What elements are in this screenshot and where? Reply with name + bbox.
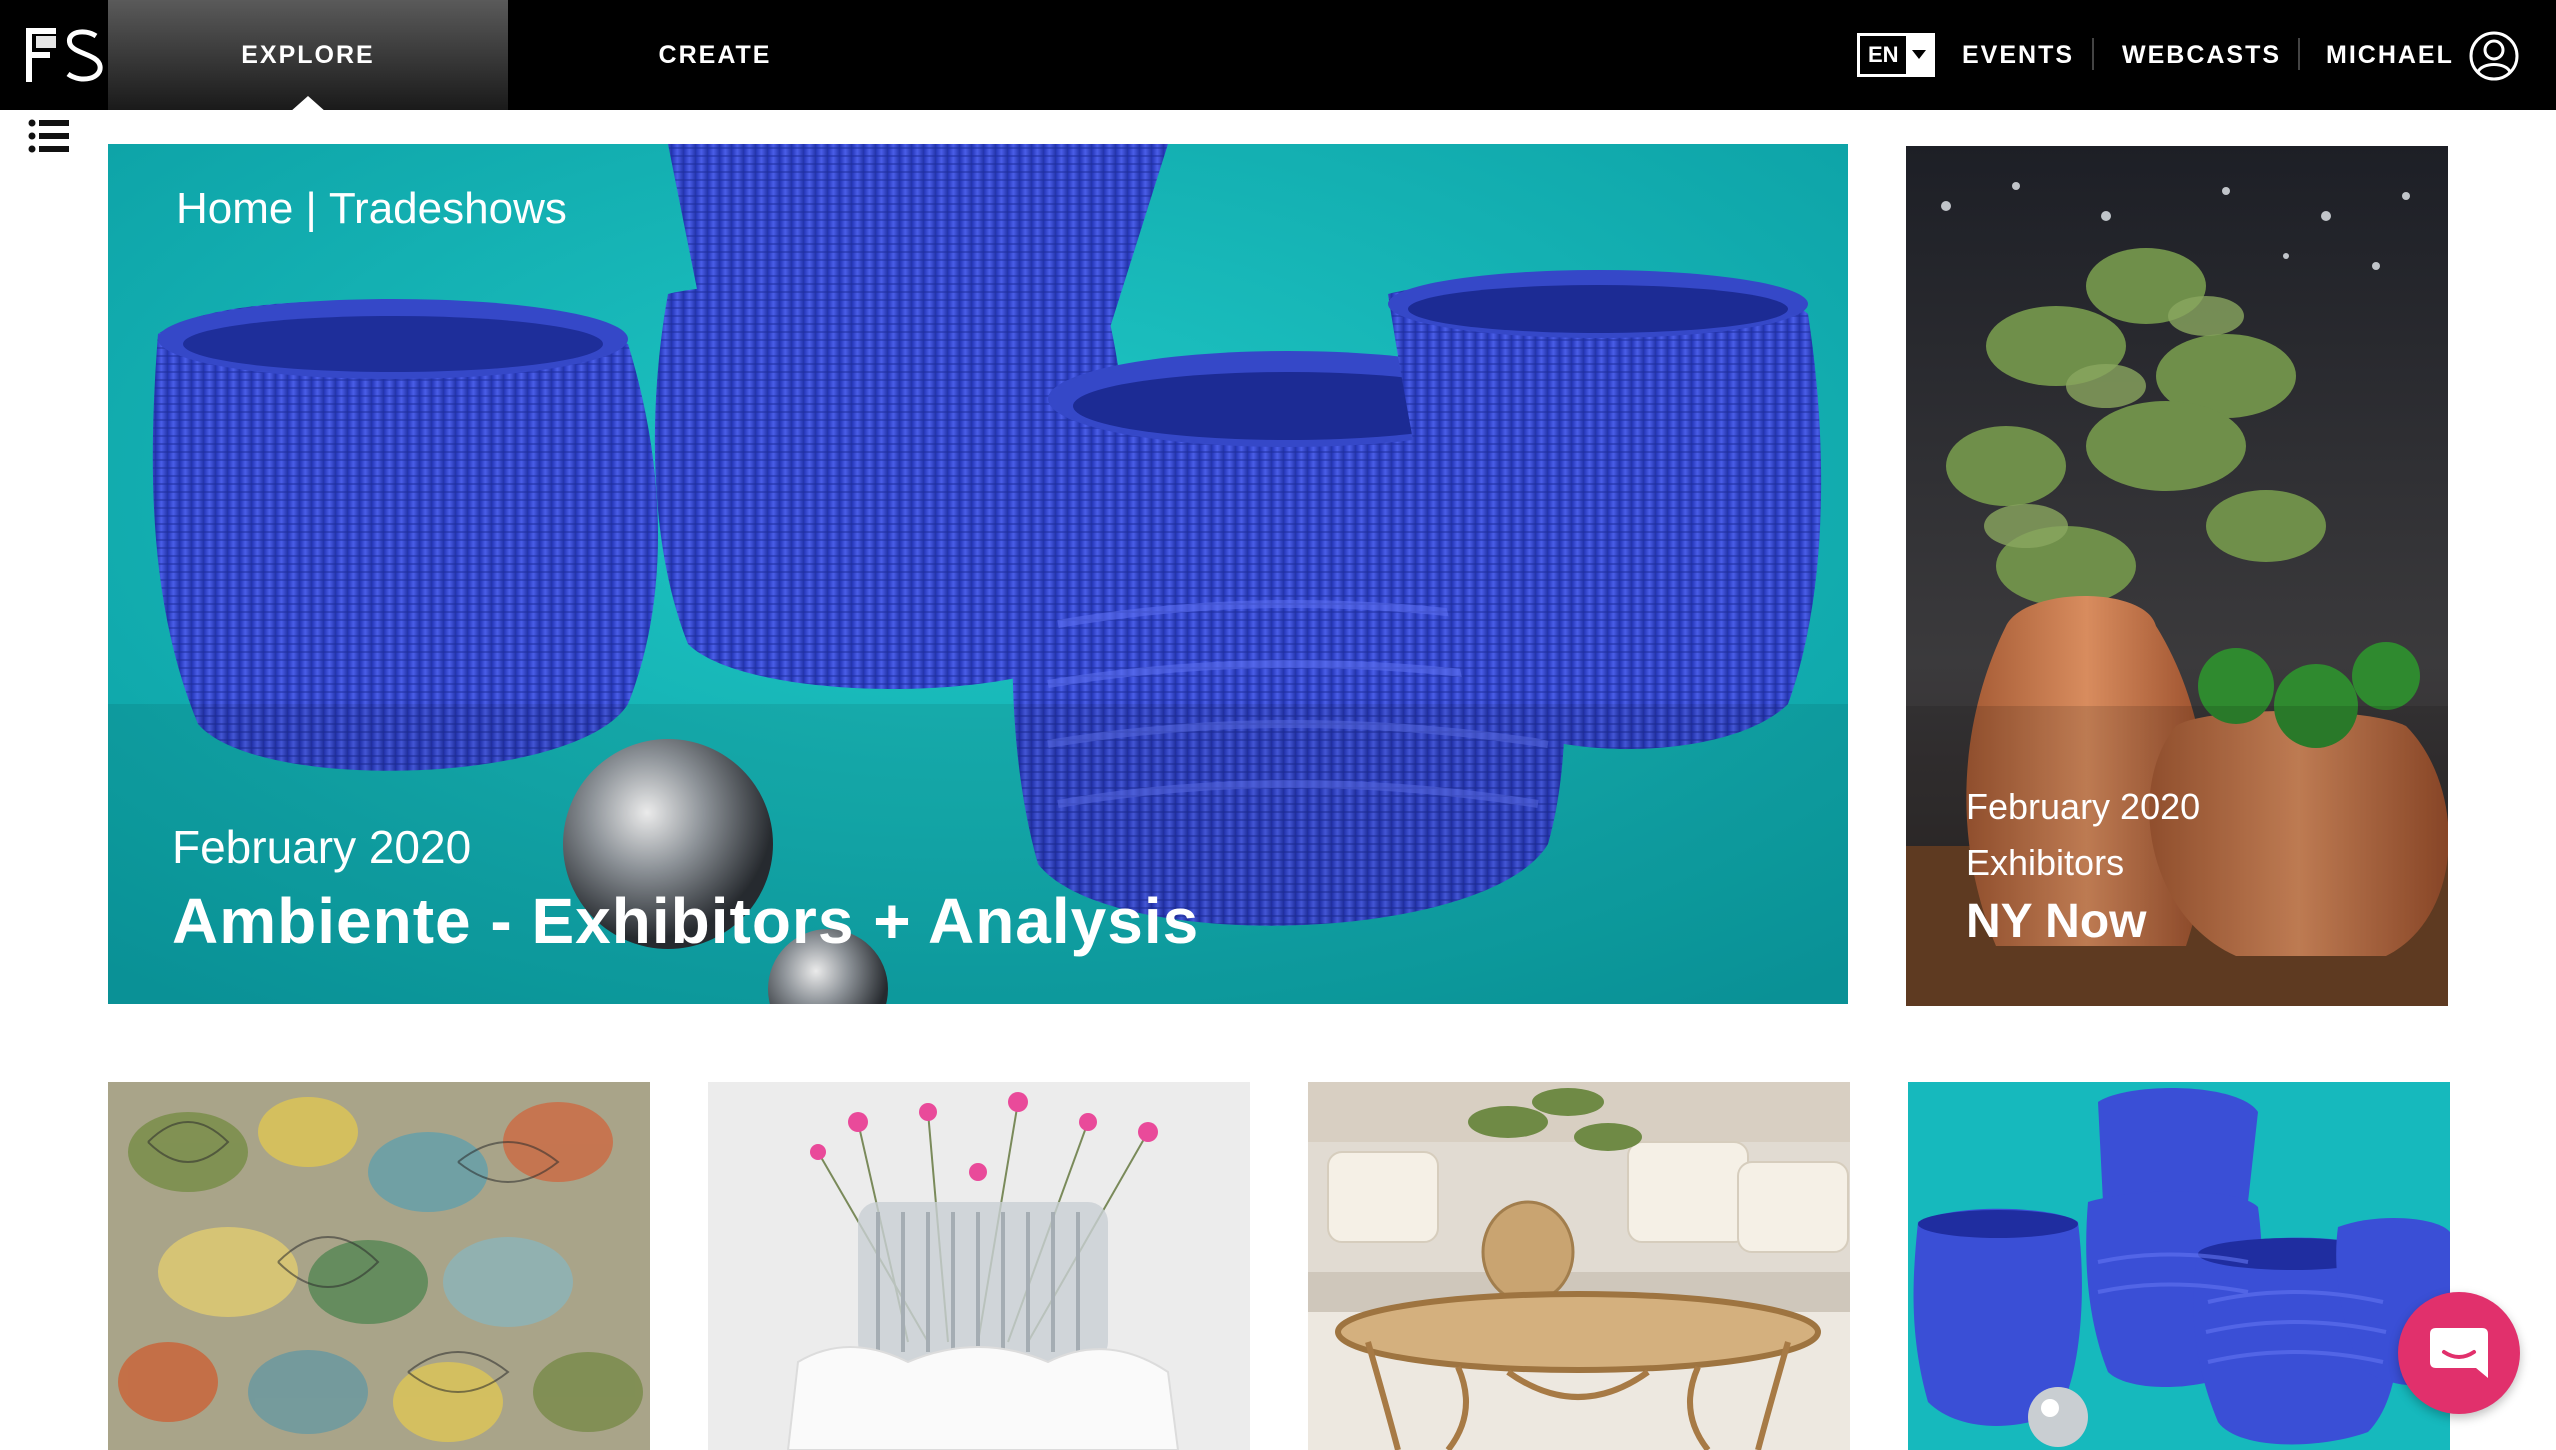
top-navigation-bar: EXPLORE CREATE EN EVENTS WEBCASTS MICHAE… xyxy=(0,0,2556,112)
list-menu-icon[interactable] xyxy=(28,118,70,154)
breadcrumb-tradeshows-link[interactable]: Tradeshows xyxy=(329,184,567,234)
nav-create-tab[interactable]: CREATE xyxy=(600,0,830,110)
thumbnail-butterfly-fabric[interactable] xyxy=(108,1082,650,1450)
chat-button[interactable] xyxy=(2398,1292,2520,1414)
events-label: EVENTS xyxy=(1962,40,2075,69)
side-feature-title[interactable]: NY Now xyxy=(1966,894,2146,949)
chevron-down-icon xyxy=(1906,36,1932,74)
user-name-label: MICHAEL xyxy=(2326,40,2454,69)
glass-vase-image xyxy=(708,1082,1250,1450)
hero-image xyxy=(108,144,1848,1004)
events-link[interactable]: EVENTS xyxy=(1962,0,2074,110)
chat-icon xyxy=(2430,1328,2488,1378)
user-menu-link[interactable]: MICHAEL xyxy=(2326,0,2454,110)
language-select[interactable]: EN xyxy=(1857,33,1935,77)
rattan-table-image xyxy=(1308,1082,1850,1450)
side-feature-date: February 2020 xyxy=(1966,786,2201,827)
thumbnail-blue-3d-printed-vases[interactable] xyxy=(1908,1082,2450,1450)
hero-date: February 2020 xyxy=(172,821,472,873)
nav-explore-tab[interactable]: EXPLORE xyxy=(108,0,508,112)
language-value: EN xyxy=(1868,42,1899,67)
divider xyxy=(2298,38,2300,70)
thumbnail-rattan-coffee-table[interactable] xyxy=(1308,1082,1850,1450)
nav-explore-label: EXPLORE xyxy=(241,40,375,69)
blue-vases-image xyxy=(1908,1082,2450,1450)
nav-create-label: CREATE xyxy=(658,40,772,69)
side-feature-category: Exhibitors xyxy=(1966,842,2125,883)
divider xyxy=(2092,38,2094,70)
side-feature-card[interactable]: February 2020 Exhibitors NY Now xyxy=(1906,146,2448,1006)
webcasts-label: WEBCASTS xyxy=(2122,40,2282,69)
webcasts-link[interactable]: WEBCASTS xyxy=(2122,0,2281,110)
breadcrumb: Home | Tradeshows xyxy=(176,184,567,234)
breadcrumb-home-link[interactable]: Home xyxy=(176,184,293,234)
user-circle-icon[interactable] xyxy=(2468,30,2520,82)
breadcrumb-separator: | xyxy=(305,184,317,233)
thumbnail-glass-vase-flowers[interactable] xyxy=(708,1082,1250,1450)
hero-title[interactable]: Ambiente - Exhibitors + Analysis xyxy=(172,884,1199,958)
butterfly-fabric-image xyxy=(108,1082,650,1450)
fs-logo[interactable] xyxy=(26,28,104,82)
hero-card[interactable]: Home | Tradeshows February 2020 Ambiente… xyxy=(108,144,1848,1004)
